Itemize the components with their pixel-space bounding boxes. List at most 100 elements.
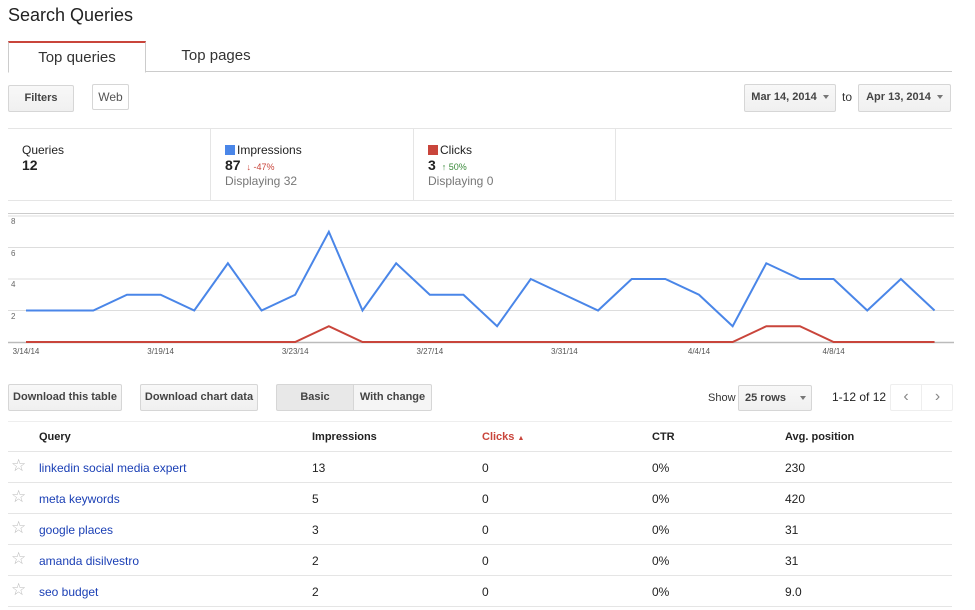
- basic-view-toggle[interactable]: Basic: [276, 384, 354, 411]
- column-header-clicks[interactable]: Clicks ▲: [482, 431, 524, 443]
- rows-per-page-select[interactable]: 25 rows: [738, 385, 812, 411]
- tab-top-queries[interactable]: Top queries: [8, 41, 146, 73]
- data-point-clicks[interactable]: [932, 339, 938, 345]
- star-icon[interactable]: ☆: [11, 457, 26, 475]
- impressions-card[interactable]: Impressions 87 ↓ -47% Displaying 32: [211, 129, 414, 201]
- data-point-impressions[interactable]: [191, 308, 197, 314]
- page-title: Search Queries: [8, 5, 134, 25]
- previous-page-icon[interactable]: ‹: [891, 385, 922, 410]
- sort-ascending-icon: ▲: [517, 435, 525, 442]
- data-point-clicks[interactable]: [292, 339, 298, 345]
- data-point-impressions[interactable]: [864, 308, 870, 314]
- data-point-clicks[interactable]: [191, 339, 197, 345]
- data-point-impressions[interactable]: [797, 276, 803, 282]
- data-point-clicks[interactable]: [158, 339, 164, 345]
- data-point-clicks[interactable]: [326, 323, 332, 329]
- data-point-impressions[interactable]: [360, 308, 366, 314]
- data-point-clicks[interactable]: [393, 339, 399, 345]
- filters-button[interactable]: Filters: [8, 85, 74, 112]
- column-header-query[interactable]: Query: [39, 431, 71, 443]
- data-point-impressions[interactable]: [528, 276, 534, 282]
- data-point-impressions[interactable]: [23, 308, 29, 314]
- data-point-impressions[interactable]: [831, 276, 837, 282]
- data-point-impressions[interactable]: [763, 260, 769, 266]
- clicks-cell: 0: [482, 523, 489, 537]
- star-icon[interactable]: ☆: [11, 519, 26, 537]
- data-point-impressions[interactable]: [259, 308, 265, 314]
- column-header-avg-position[interactable]: Avg. position: [785, 431, 854, 443]
- data-point-clicks[interactable]: [864, 339, 870, 345]
- data-point-clicks[interactable]: [730, 339, 736, 345]
- data-point-impressions[interactable]: [932, 308, 938, 314]
- query-link[interactable]: amanda disilvestro: [39, 554, 139, 568]
- data-point-clicks[interactable]: [57, 339, 63, 345]
- data-point-clicks[interactable]: [662, 339, 668, 345]
- data-point-clicks[interactable]: [124, 339, 130, 345]
- ctr-cell: 0%: [652, 523, 670, 537]
- data-point-clicks[interactable]: [797, 323, 803, 329]
- data-point-impressions[interactable]: [696, 292, 702, 298]
- data-point-clicks[interactable]: [528, 339, 534, 345]
- data-point-impressions[interactable]: [158, 292, 164, 298]
- data-point-clicks[interactable]: [831, 339, 837, 345]
- download-table-button[interactable]: Download this table: [8, 384, 122, 411]
- data-point-clicks[interactable]: [427, 339, 433, 345]
- with-change-toggle[interactable]: With change: [353, 384, 432, 411]
- star-icon[interactable]: ☆: [11, 488, 26, 506]
- data-point-clicks[interactable]: [595, 339, 601, 345]
- data-point-clicks[interactable]: [360, 339, 366, 345]
- query-link[interactable]: seo budget: [39, 585, 98, 599]
- queries-value: 12: [22, 157, 38, 173]
- data-point-clicks[interactable]: [23, 339, 29, 345]
- tab-top-pages[interactable]: Top pages: [156, 41, 276, 72]
- query-link[interactable]: linkedin social media expert: [39, 461, 186, 475]
- data-point-impressions[interactable]: [595, 308, 601, 314]
- query-link[interactable]: meta keywords: [39, 492, 120, 506]
- data-point-clicks[interactable]: [494, 339, 500, 345]
- clicks-cell: 0: [482, 492, 489, 506]
- web-filter-chip[interactable]: Web: [92, 84, 129, 110]
- date-to-dropdown[interactable]: Apr 13, 2014: [858, 84, 951, 112]
- data-point-impressions[interactable]: [124, 292, 130, 298]
- data-point-clicks[interactable]: [898, 339, 904, 345]
- avg-position-cell: 31: [785, 554, 799, 568]
- data-point-impressions[interactable]: [730, 323, 736, 329]
- data-point-clicks[interactable]: [629, 339, 635, 345]
- data-point-impressions[interactable]: [662, 276, 668, 282]
- data-point-impressions[interactable]: [561, 292, 567, 298]
- column-header-impressions[interactable]: Impressions: [312, 431, 377, 443]
- data-point-impressions[interactable]: [225, 260, 231, 266]
- data-point-impressions[interactable]: [629, 276, 635, 282]
- data-point-impressions[interactable]: [90, 308, 96, 314]
- star-icon[interactable]: ☆: [11, 550, 26, 568]
- data-point-clicks[interactable]: [763, 323, 769, 329]
- star-icon[interactable]: ☆: [11, 581, 26, 599]
- date-from-dropdown[interactable]: Mar 14, 2014: [744, 84, 836, 112]
- data-point-impressions[interactable]: [292, 292, 298, 298]
- rows-per-page-value: 25 rows: [745, 392, 786, 404]
- data-point-impressions[interactable]: [460, 292, 466, 298]
- data-point-clicks[interactable]: [561, 339, 567, 345]
- data-point-impressions[interactable]: [427, 292, 433, 298]
- data-point-clicks[interactable]: [90, 339, 96, 345]
- data-point-impressions[interactable]: [494, 323, 500, 329]
- data-point-clicks[interactable]: [225, 339, 231, 345]
- data-point-impressions[interactable]: [393, 260, 399, 266]
- data-point-impressions[interactable]: [898, 276, 904, 282]
- data-point-clicks[interactable]: [460, 339, 466, 345]
- clicks-card[interactable]: Clicks 3 ↑ 50% Displaying 0: [414, 129, 616, 201]
- clicks-legend-swatch: [428, 145, 438, 155]
- column-header-ctr[interactable]: CTR: [652, 431, 675, 443]
- data-point-impressions[interactable]: [57, 308, 63, 314]
- data-point-clicks[interactable]: [259, 339, 265, 345]
- query-link[interactable]: google places: [39, 523, 113, 537]
- data-point-impressions[interactable]: [326, 229, 332, 235]
- impressions-cell: 3: [312, 523, 319, 537]
- avg-position-cell: 9.0: [785, 585, 802, 599]
- date-to-value: Apr 13, 2014: [866, 91, 931, 103]
- pagination-range: 1-12 of 12: [832, 390, 887, 404]
- data-point-clicks[interactable]: [696, 339, 702, 345]
- clicks-value: 3: [428, 157, 436, 173]
- next-page-icon[interactable]: ›: [922, 385, 953, 410]
- download-chart-button[interactable]: Download chart data: [140, 384, 258, 411]
